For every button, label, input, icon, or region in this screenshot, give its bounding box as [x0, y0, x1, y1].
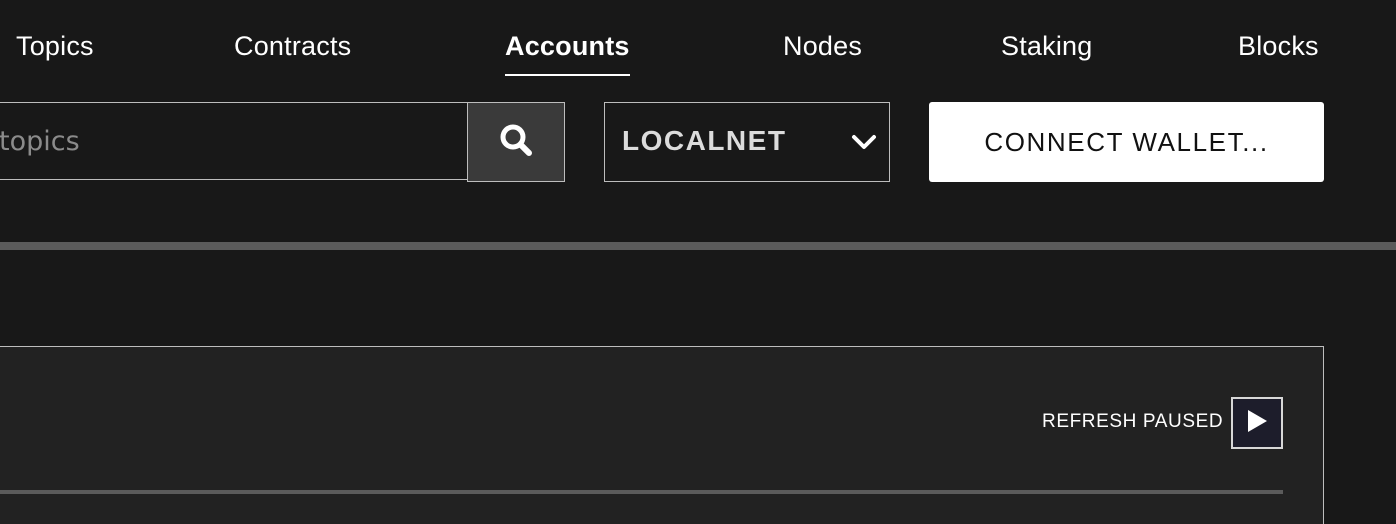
nav-item-accounts[interactable]: Accounts [505, 28, 630, 76]
search-input[interactable] [0, 102, 467, 180]
panel-divider [0, 490, 1283, 494]
refresh-status-label: REFRESH PAUSED [1042, 411, 1224, 432]
search-icon [499, 123, 533, 162]
chevron-down-icon [851, 129, 877, 160]
play-icon [1245, 408, 1269, 439]
nav-item-label: Topics [16, 31, 94, 61]
nav-item-blocks[interactable]: Blocks [1238, 28, 1319, 68]
network-select[interactable]: LOCALNET [604, 102, 890, 182]
connect-wallet-label: CONNECT WALLET... [984, 126, 1269, 157]
header-divider [0, 242, 1396, 250]
nav-item-nodes[interactable]: Nodes [783, 28, 862, 68]
nav-item-label: Blocks [1238, 31, 1319, 61]
nav-item-label: Accounts [505, 31, 630, 61]
nav-item-label: Nodes [783, 31, 863, 61]
connect-wallet-button[interactable]: CONNECT WALLET... [929, 102, 1324, 182]
nav-item-contracts[interactable]: Contracts [234, 28, 351, 68]
nav-item-label: Staking [1001, 31, 1093, 61]
content-panel [0, 346, 1324, 524]
nav-item-label: Contracts [234, 31, 352, 61]
play-refresh-button[interactable] [1231, 397, 1283, 449]
nav-item-staking[interactable]: Staking [1001, 28, 1092, 68]
network-selected-value: LOCALNET [622, 125, 787, 156]
search-button[interactable] [467, 102, 565, 182]
explorer-page: Topics Contracts Accounts Nodes Staking … [0, 0, 1396, 524]
active-nav-underline [505, 74, 630, 76]
nav-item-topics[interactable]: Topics [16, 28, 94, 68]
